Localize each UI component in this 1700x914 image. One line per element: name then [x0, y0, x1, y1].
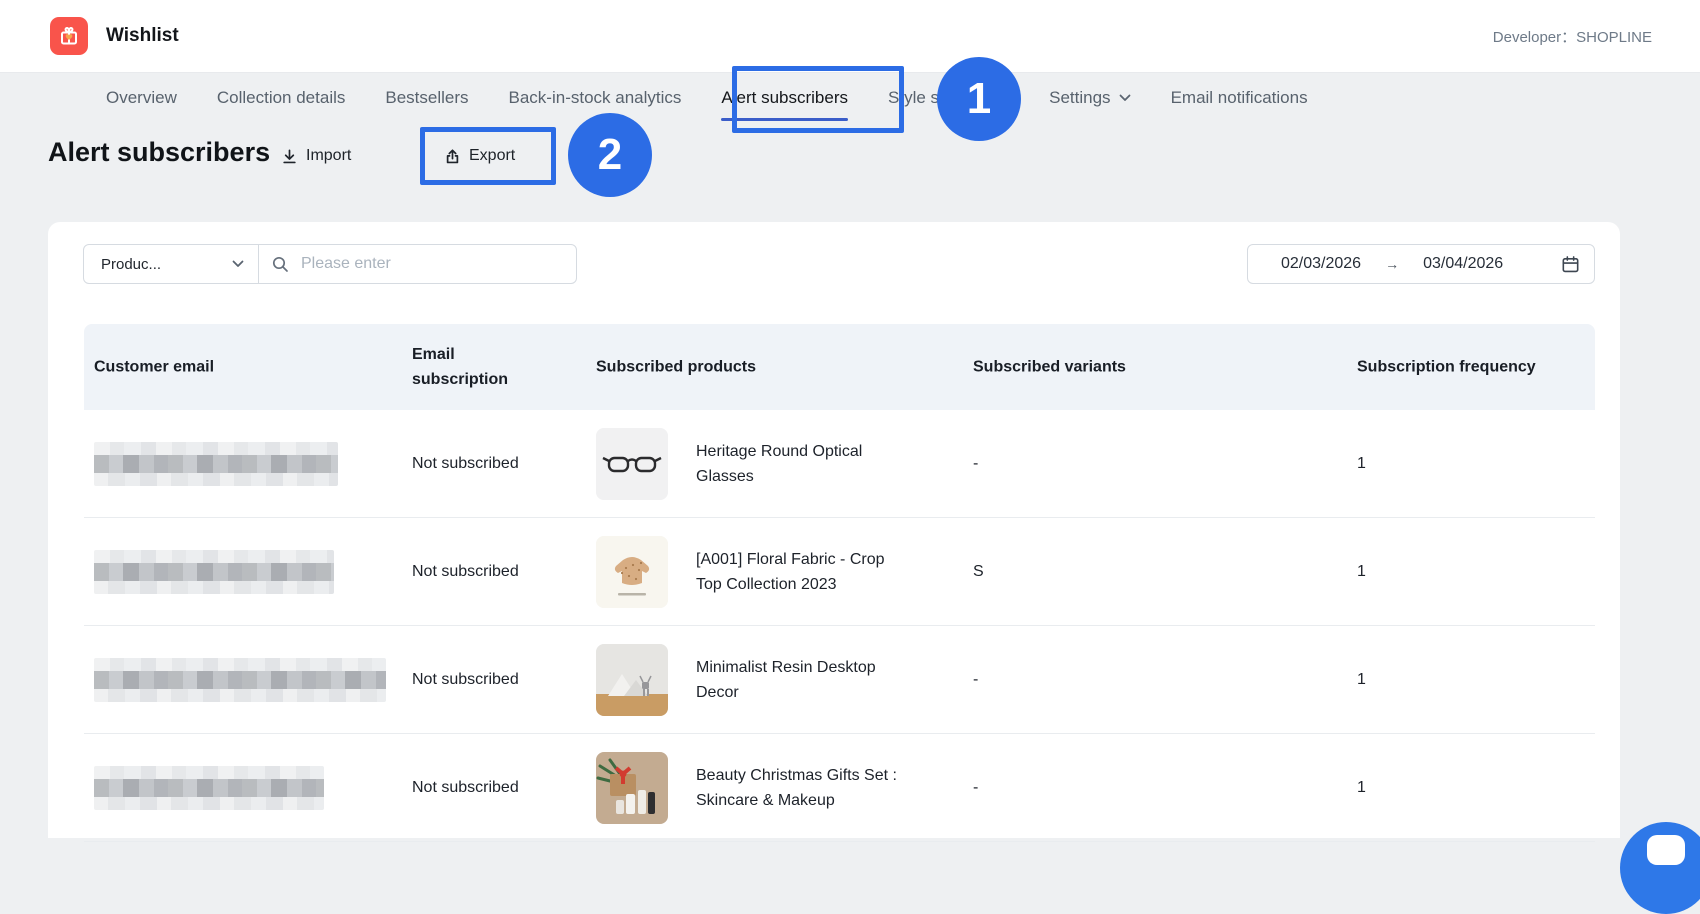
subscribed-variants: - [973, 779, 978, 797]
chat-bubble-icon [1647, 835, 1685, 865]
calendar-icon [1561, 255, 1580, 274]
tab-label: Collection details [217, 88, 346, 108]
tab-label: Alert subscribers [721, 88, 848, 108]
tab-alert-subscribers[interactable]: Alert subscribers [721, 72, 848, 124]
column-header: Customer email [94, 355, 214, 380]
email-subscription-status: Not subscribed [412, 671, 552, 689]
column-header: Subscribed products [596, 355, 756, 380]
product-name: [A001] Floral Fabric - Crop Top Collecti… [696, 547, 903, 597]
resin-decor-image [596, 644, 668, 716]
search-field-value: Produc... [101, 256, 161, 273]
product-thumbnail [596, 752, 668, 824]
table-row: Not subscribed [A001] Floral Fabric - Cro… [84, 518, 1595, 626]
tab-bestsellers[interactable]: Bestsellers [385, 72, 468, 124]
subscribed-variants: S [973, 563, 984, 581]
chevron-down-icon [1119, 94, 1131, 102]
upload-icon [444, 148, 461, 165]
column-header: Subscription frequency [1357, 355, 1536, 380]
table-header-row: Customer email Email subscription Subscrib… [84, 324, 1595, 410]
tab-label: Back-in-stock analytics [509, 88, 682, 108]
subscription-frequency: 1 [1357, 779, 1366, 797]
search-input[interactable] [299, 254, 564, 274]
tab-email-notifications[interactable]: Email notifications [1171, 72, 1308, 124]
date-range-picker[interactable]: 02/03/2026 → 03/04/2026 [1247, 244, 1595, 284]
product-thumbnail [596, 428, 668, 500]
search-icon [271, 255, 289, 273]
chevron-down-icon [232, 260, 244, 268]
subscribed-product-cell: Beauty Christmas Gifts Set : Skincare & … [596, 752, 903, 824]
date-end: 03/04/2026 [1423, 255, 1503, 273]
subscribed-product-cell: [A001] Floral Fabric - Crop Top Collecti… [596, 536, 903, 608]
subscribers-table: Customer email Email subscription Subscrib… [84, 324, 1595, 842]
product-name: Minimalist Resin Desktop Decor [696, 655, 903, 705]
glasses-image [596, 428, 668, 500]
subscribed-variants: - [973, 455, 978, 473]
table-row: Not subscribed Minimalist Resin Desktop D… [84, 626, 1595, 734]
import-button[interactable]: Import [281, 140, 351, 172]
column-header: Email subscription [412, 342, 527, 392]
search-filter-combo: Produc... [83, 244, 577, 284]
subscribed-product-cell: Minimalist Resin Desktop Decor [596, 644, 903, 716]
product-thumbnail [596, 536, 668, 608]
download-icon [281, 148, 298, 165]
tab-settings[interactable]: Settings [1049, 72, 1130, 124]
column-header: Subscribed variants [973, 355, 1126, 380]
chat-support-button[interactable] [1620, 822, 1700, 914]
date-start: 02/03/2026 [1281, 255, 1361, 273]
table-body: Not subscribed Heritage Round Optical Gla… [84, 410, 1595, 842]
app-title: Wishlist [106, 0, 179, 72]
subscription-frequency: 1 [1357, 671, 1366, 689]
tab-label: Bestsellers [385, 88, 468, 108]
subscription-frequency: 1 [1357, 563, 1366, 581]
redacted-email [94, 550, 334, 594]
tab-overview[interactable]: Overview [106, 72, 177, 124]
product-thumbnail [596, 644, 668, 716]
date-range-arrow: → [1385, 256, 1399, 272]
xmas-gifts-image [596, 752, 668, 824]
tab-label: Settings [1049, 88, 1110, 108]
content-card: Produc... 02/03/2026 → 03/04/2026 Custom… [48, 222, 1620, 838]
wishlist-app-gift-icon [50, 17, 88, 55]
table-row: Not subscribed Beauty Christmas Gifts Set… [84, 734, 1595, 842]
search-segment [259, 245, 576, 283]
redacted-email [94, 442, 338, 486]
product-name: Beauty Christmas Gifts Set : Skincare & … [696, 763, 903, 813]
import-label: Import [306, 147, 351, 165]
annotation-step-2-badge: 2 [568, 113, 652, 197]
top-bar: Wishlist Developer：SHOPLINE [0, 0, 1700, 73]
tab-label: Email notifications [1171, 88, 1308, 108]
email-subscription-status: Not subscribed [412, 455, 552, 473]
product-name: Heritage Round Optical Glasses [696, 439, 903, 489]
redacted-email [94, 766, 324, 810]
tab-label: Overview [106, 88, 177, 108]
export-button[interactable]: Export [444, 140, 515, 172]
email-subscription-status: Not subscribed [412, 563, 552, 581]
chevron-down-icon [997, 94, 1009, 102]
search-field-selector[interactable]: Produc... [84, 245, 259, 283]
tab-back-in-stock-analytics[interactable]: Back-in-stock analytics [509, 72, 682, 124]
subscription-frequency: 1 [1357, 455, 1366, 473]
nav-tabs: Overview Collection details Bestsellers Bac… [106, 72, 1308, 124]
page-title: Alert subscribers [48, 137, 270, 168]
tab-style-settings[interactable]: Style settings [888, 72, 1009, 124]
floral-top-image [596, 536, 668, 608]
tab-collection-details[interactable]: Collection details [217, 72, 346, 124]
subscribed-product-cell: Heritage Round Optical Glasses [596, 428, 903, 500]
export-label: Export [469, 147, 515, 165]
table-row: Not subscribed Heritage Round Optical Gla… [84, 410, 1595, 518]
tab-label: Style settings [888, 88, 989, 108]
developer-label: Developer：SHOPLINE [1493, 0, 1652, 72]
email-subscription-status: Not subscribed [412, 779, 552, 797]
subscribed-variants: - [973, 671, 978, 689]
redacted-email [94, 658, 386, 702]
